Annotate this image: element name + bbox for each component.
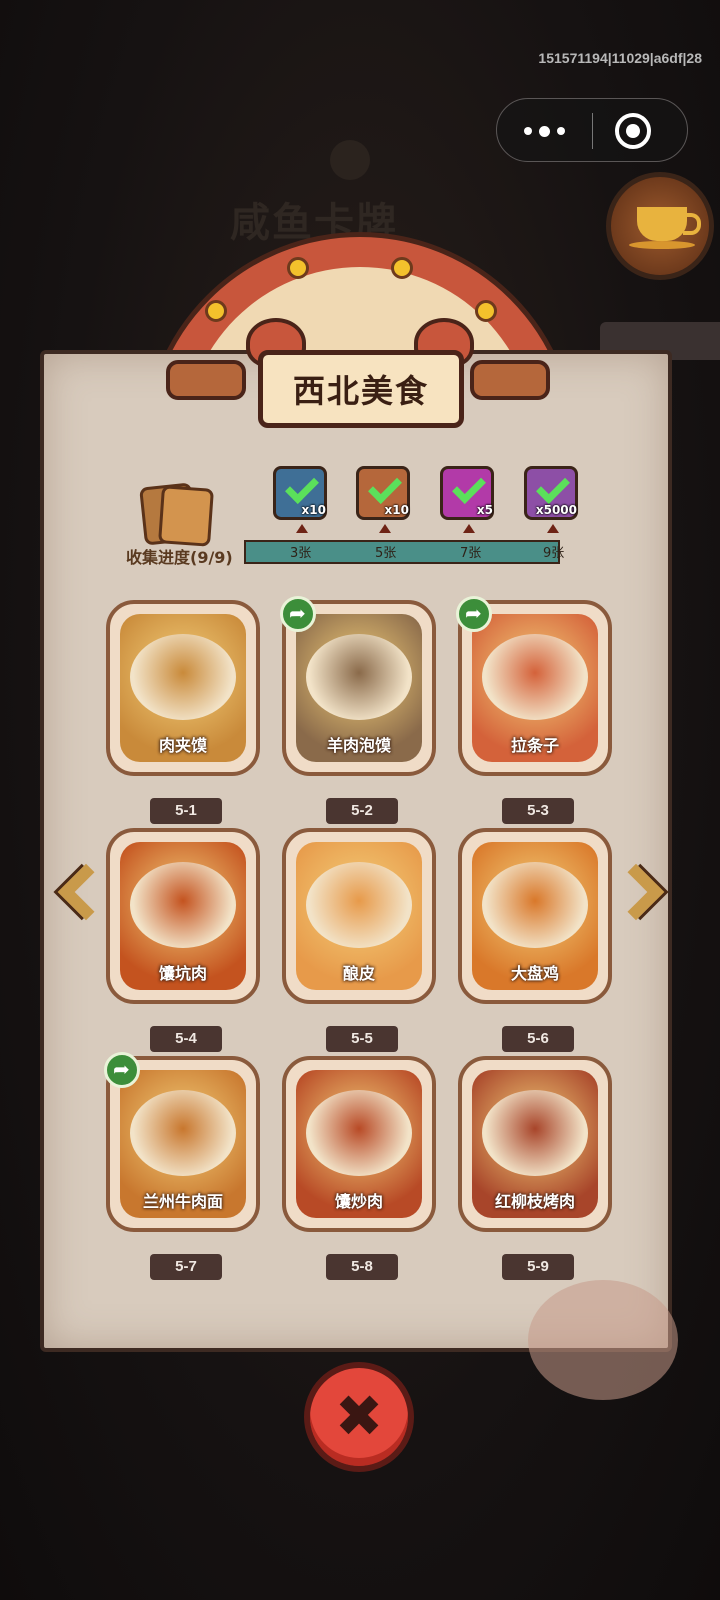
milestone-threshold: 3张 — [290, 546, 312, 561]
milestone-pin — [463, 524, 475, 533]
card-code-tag: 5-3 — [502, 798, 574, 824]
dish-illustration — [482, 634, 588, 720]
food-card-name: 红柳枝烤肉 — [494, 1192, 575, 1211]
close-button[interactable]: ✖ — [304, 1362, 414, 1472]
share-icon[interactable] — [280, 596, 316, 632]
reward-qty: x5 — [476, 503, 493, 517]
check-icon — [285, 470, 319, 504]
background-emblem-icon — [330, 140, 370, 180]
coffee-saucer — [629, 241, 695, 249]
dish-illustration — [482, 1090, 588, 1176]
food-card[interactable]: 红柳枝烤肉 — [458, 1056, 612, 1232]
food-card-plate: 酿皮 — [296, 842, 422, 990]
target-circle-icon[interactable] — [615, 113, 651, 149]
album-title-banner: 西北美食 — [258, 350, 464, 428]
dish-illustration — [130, 634, 236, 720]
card-code-tag: 5-1 — [150, 798, 222, 824]
reward-qty: x5000 — [535, 503, 577, 517]
food-card[interactable]: 馕炒肉 — [282, 1056, 436, 1232]
food-card-name: 拉条子 — [510, 736, 559, 755]
food-card-name: 羊肉泡馍 — [326, 736, 391, 755]
build-id-label: 151571194|11029|a6df|28 — [538, 50, 702, 66]
milestone-pin — [547, 524, 559, 533]
coffee-button[interactable] — [606, 172, 714, 280]
arch-stud — [391, 257, 413, 279]
milestone-threshold: 7张 — [460, 546, 482, 561]
share-icon[interactable] — [104, 1052, 140, 1088]
card-code-tag: 5-7 — [150, 1254, 222, 1280]
wax-seal-stamp — [528, 1280, 678, 1400]
food-card-name: 肉夹馍 — [158, 736, 207, 755]
share-icon[interactable] — [456, 596, 492, 632]
scroll-rod-right — [470, 360, 550, 400]
food-card[interactable]: 馕坑肉 — [106, 828, 260, 1004]
milestone-reward-3[interactable]: x5 — [440, 466, 494, 533]
close-icon: ✖ — [334, 1382, 384, 1450]
dish-illustration — [306, 862, 412, 948]
milestone-pin — [296, 524, 308, 533]
mini-program-capsule — [496, 98, 688, 162]
milestone-pin — [379, 524, 391, 533]
milestone-threshold: 5张 — [375, 546, 397, 561]
scroll-rod-left — [166, 360, 246, 400]
card-code-tag: 5-4 — [150, 1026, 222, 1052]
milestone-reward-2[interactable]: x10 — [356, 466, 410, 533]
collection-progress-label: 收集进度(9/9) — [126, 548, 233, 567]
food-card-plate: 兰州牛肉面 — [120, 1070, 246, 1218]
food-card-name: 馕坑肉 — [158, 964, 207, 983]
arch-stud — [287, 257, 309, 279]
food-card-plate: 拉条子 — [472, 614, 598, 762]
check-icon — [452, 470, 486, 504]
card-code-tag: 5-6 — [502, 1026, 574, 1052]
capsule-divider — [592, 113, 593, 149]
check-icon — [536, 470, 570, 504]
food-card-plate: 羊肉泡馍 — [296, 614, 422, 762]
food-card-plate: 红柳枝烤肉 — [472, 1070, 598, 1218]
reward-qty: x10 — [301, 503, 326, 517]
dish-illustration — [306, 634, 412, 720]
food-card-plate: 肉夹馍 — [120, 614, 246, 762]
milestone-reward-4[interactable]: x5000 — [524, 466, 578, 533]
chevron-left-icon[interactable] — [48, 862, 115, 942]
dish-illustration — [130, 862, 236, 948]
milestone-reward-1[interactable]: x10 — [273, 466, 327, 533]
food-card-name: 酿皮 — [342, 964, 375, 983]
food-card-name: 馕炒肉 — [334, 1192, 383, 1211]
more-dots-icon[interactable] — [509, 111, 579, 151]
coffee-cup-icon — [637, 207, 701, 241]
arch-stud — [475, 300, 497, 322]
food-card-plate: 馕坑肉 — [120, 842, 246, 990]
food-card-plate: 大盘鸡 — [472, 842, 598, 990]
chevron-right-icon[interactable] — [607, 862, 672, 942]
food-card[interactable]: 肉夹馍 — [106, 600, 260, 776]
dish-illustration — [130, 1090, 236, 1176]
food-card[interactable]: 大盘鸡 — [458, 828, 612, 1004]
card-code-tag: 5-5 — [326, 1026, 398, 1052]
dish-illustration — [306, 1090, 412, 1176]
food-card[interactable]: 酿皮 — [282, 828, 436, 1004]
card-code-tag: 5-2 — [326, 798, 398, 824]
food-card-plate: 馕炒肉 — [296, 1070, 422, 1218]
card-code-tag: 5-8 — [326, 1254, 398, 1280]
milestone-threshold: 9张 — [543, 546, 565, 561]
album-title: 西北美食 — [292, 372, 429, 410]
card-stack-icon — [138, 482, 214, 547]
card-code-tag: 5-9 — [502, 1254, 574, 1280]
check-icon — [368, 470, 402, 504]
reward-qty: x10 — [384, 503, 409, 517]
food-card-name: 兰州牛肉面 — [142, 1192, 223, 1211]
food-card-name: 大盘鸡 — [510, 964, 559, 983]
arch-stud — [205, 300, 227, 322]
dish-illustration — [482, 862, 588, 948]
